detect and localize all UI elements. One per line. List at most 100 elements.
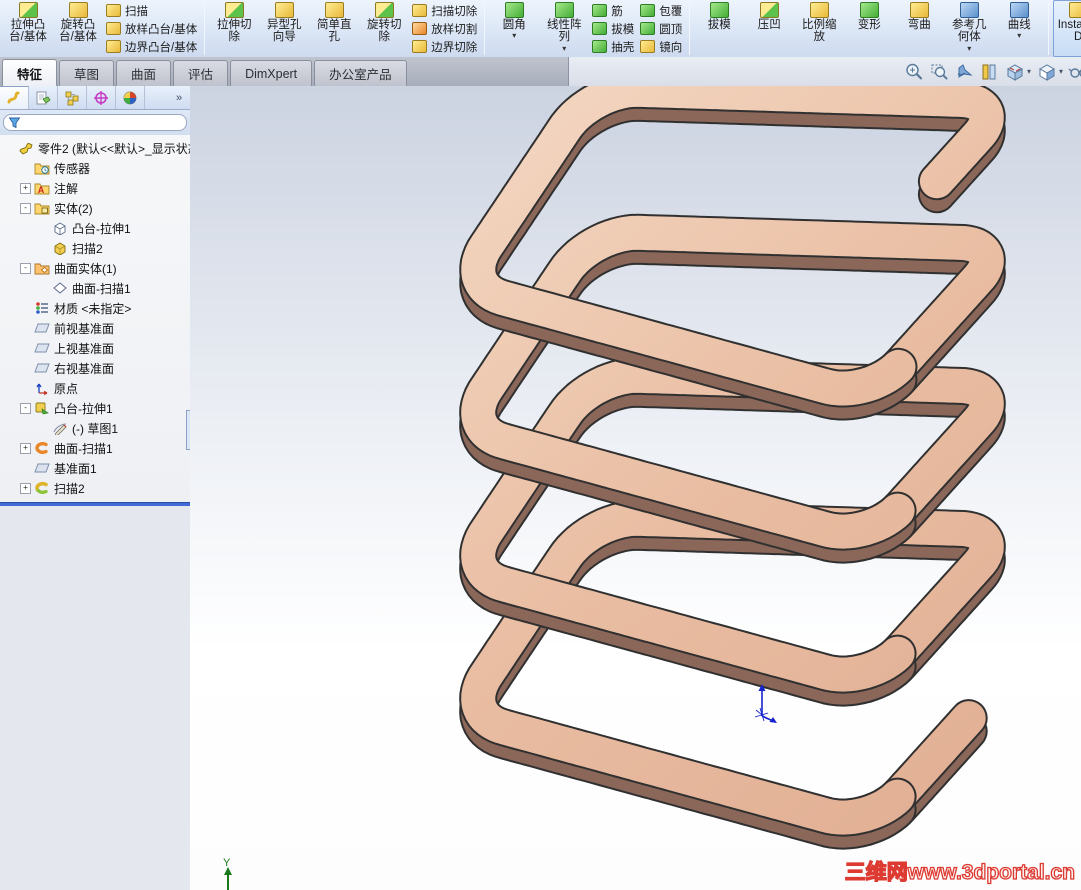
tree-item-surface-sweep1-feature[interactable]: + 曲面-扫描1 [0,438,190,458]
draft-big-button[interactable]: 拔模 [694,0,744,57]
scale-button[interactable]: 比例缩放 [794,0,844,57]
feature-manager-icon [7,91,20,104]
scale-icon [809,2,829,18]
draft-button[interactable]: 拔模 [592,20,634,37]
revolved-boss-button[interactable]: 旋转凸台/基体 [53,0,103,57]
display-style-dropdown[interactable]: ▾ [1059,67,1063,76]
fillet-button[interactable]: 圆角 ▾ [489,0,539,57]
tree-item-plane1[interactable]: 基准面1 [0,458,190,478]
hole-wizard-button[interactable]: 异型孔向导 [259,0,309,57]
coil-spring-model[interactable] [459,86,1006,850]
section-view-button[interactable] [978,60,1000,84]
property-manager-tab[interactable] [29,86,58,109]
shell-icon [592,40,608,53]
deform-icon [859,2,879,18]
display-style-button[interactable]: ▾ [1035,60,1064,84]
feature-manager-tab[interactable] [0,86,29,109]
heads-up-view-toolbar: ▾ ▾ [903,59,1081,84]
linear-pattern-button[interactable]: 线性阵列 ▾ [539,0,589,57]
display-style-icon [1039,63,1056,81]
expand-toggle[interactable]: + [20,482,31,494]
expand-toggle[interactable]: - [20,262,31,274]
linear-pattern-icon [554,2,574,18]
revolved-cut-button[interactable]: 旋转切除 [359,0,409,57]
tab-features[interactable]: 特征 [2,59,58,87]
extruded-cut-button[interactable]: 拉伸切除 [209,0,259,57]
reference-geometry-dropdown[interactable]: ▾ [967,44,971,53]
tree-item-surface-sweep1-body[interactable]: 曲面-扫描1 [0,278,190,298]
expand-toggle[interactable]: + [20,442,31,454]
material-icon [34,301,50,315]
tree-item-sketch1[interactable]: (-) 草图1 [0,418,190,438]
view-orientation-dropdown[interactable]: ▾ [1027,67,1031,76]
revolved-cut-icon [374,2,394,18]
tab-office-products[interactable]: 办公室产品 [314,60,407,86]
shell-button[interactable]: 抽壳 [592,38,634,55]
configuration-manager-tab[interactable] [58,86,87,109]
tree-item-surface-bodies[interactable]: - 曲面实体(1) [0,258,190,278]
flex-button[interactable]: 弯曲 [894,0,944,57]
filter-input[interactable] [21,115,182,130]
annotations-folder-icon: A [34,181,50,195]
tree-item-sweep2-body[interactable]: 扫描2 [0,238,190,258]
tab-dimxpert[interactable]: DimXpert [230,60,313,86]
tree-item-front-plane[interactable]: 前视基准面 [0,318,190,338]
tree-item-top-plane[interactable]: 上视基准面 [0,338,190,358]
boundary-boss-button[interactable]: 边界凸台/基体 [106,38,197,55]
toolbar-separator [484,2,486,55]
tree-item-boss-extrude1-feature[interactable]: - 凸台-拉伸1 [0,398,190,418]
tree-item-annotations[interactable]: + A 注解 [0,178,190,198]
curves-button[interactable]: 曲线 ▾ [994,0,1044,57]
deform-button[interactable]: 变形 [844,0,894,57]
simple-hole-button[interactable]: 简单直孔 [309,0,359,57]
lofted-boss-icon [106,22,121,35]
plane-icon [34,361,50,375]
extruded-boss-button[interactable]: 拉伸凸台/基体 [3,0,53,57]
zoom-fit-button[interactable] [903,60,925,84]
panel-overflow-chevron[interactable]: » [168,86,190,109]
expand-toggle[interactable]: - [20,402,31,414]
hide-show-items-button[interactable] [1067,60,1081,84]
tree-item-right-plane[interactable]: 右视基准面 [0,358,190,378]
tree-item-boss-extrude1-body[interactable]: 凸台-拉伸1 [0,218,190,238]
tab-surfaces[interactable]: 曲面 [116,60,172,86]
view-orientation-button[interactable]: ▾ [1003,60,1032,84]
tree-item-solid-bodies[interactable]: - 实体(2) [0,198,190,218]
reference-geometry-button[interactable]: 参考几何体 ▾ [944,0,994,57]
rib-button[interactable]: 筋 [592,2,634,19]
dome-button[interactable]: 圆顶 [640,20,682,37]
tree-item-part-root[interactable]: 零件2 (默认<<默认>_显示状态 [0,138,190,158]
fillet-dropdown[interactable]: ▾ [512,32,516,40]
dimxpert-manager-tab[interactable] [87,86,116,109]
draft-icon [592,22,608,35]
tree-item-material[interactable]: 材质 <未指定> [0,298,190,318]
linear-pattern-dropdown[interactable]: ▾ [562,44,566,53]
previous-view-button[interactable] [953,60,975,84]
instant3d-button[interactable]: Instant3D [1053,0,1081,57]
lofted-cut-button[interactable]: 放样切割 [412,20,477,37]
solid-bodies-folder-icon [34,201,50,215]
tab-sketch[interactable]: 草图 [59,60,115,86]
graphics-viewport[interactable]: Y 三维网www.3dportal.cn [190,86,1081,890]
curves-dropdown[interactable]: ▾ [1017,32,1021,40]
command-manager-tabstrip: 特征 草图 曲面 评估 DimXpert 办公室产品 ▾ ▾ [0,57,1081,87]
mirror-button[interactable]: 镜向 [640,38,682,55]
reference-geometry-icon [959,2,979,18]
swept-cut-button[interactable]: 扫描切除 [412,2,477,19]
boundary-cut-button[interactable]: 边界切除 [412,38,477,55]
tree-item-sweep2-feature[interactable]: + 扫描2 [0,478,190,498]
command-manager-tabs: 特征 草图 曲面 评估 DimXpert 办公室产品 [2,59,409,87]
cut-group: 拉伸切除 异型孔向导 简单直孔 旋转切除 扫描切除 放样切割 边界切除 [206,0,483,57]
tree-item-origin[interactable]: 原点 [0,378,190,398]
swept-boss-button[interactable]: 扫描 [106,2,197,19]
tree-item-sensors[interactable]: 传感器 [0,158,190,178]
lofted-boss-button[interactable]: 放样凸台/基体 [106,20,197,37]
expand-toggle[interactable]: - [20,202,31,214]
expand-toggle[interactable]: + [20,182,31,194]
model-canvas: Y [223,86,1006,890]
indent-button[interactable]: 压凹 [744,0,794,57]
tab-evaluate[interactable]: 评估 [173,60,229,86]
zoom-area-button[interactable] [928,60,950,84]
display-manager-tab[interactable] [116,86,145,109]
wrap-button[interactable]: 包覆 [640,2,682,19]
